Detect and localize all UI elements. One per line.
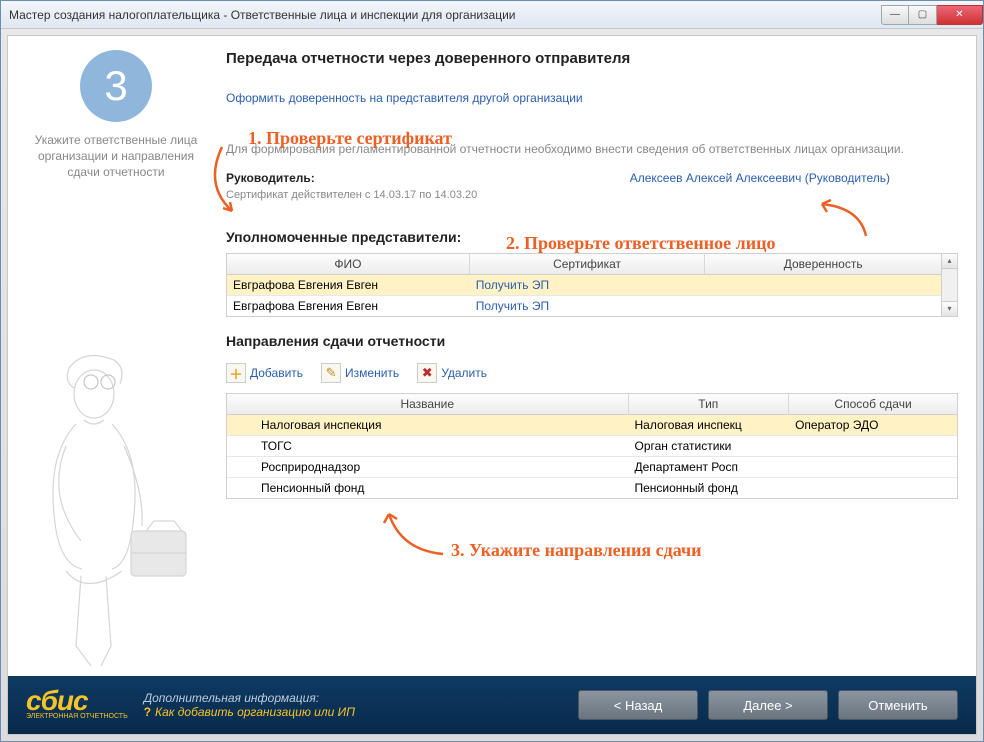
get-signature-link[interactable]: Получить ЭП bbox=[470, 275, 706, 295]
sbis-logo: сбис ЭЛЕКТРОННАЯ ОТЧЕТНОСТЬ bbox=[26, 690, 128, 719]
dir-type: Орган статистики bbox=[629, 436, 790, 456]
delete-button[interactable]: ✖ Удалить bbox=[417, 363, 487, 383]
scroll-up-icon[interactable]: ▴ bbox=[942, 254, 957, 269]
next-button[interactable]: Далее > bbox=[708, 690, 828, 720]
dir-method bbox=[789, 436, 957, 456]
footer-help-link[interactable]: ?Как добавить организацию или ИП bbox=[144, 705, 562, 719]
directions-table[interactable]: Название Тип Способ сдачи Налоговая инсп… bbox=[226, 393, 958, 499]
step-hint: Укажите ответственные лица организации и… bbox=[26, 132, 206, 181]
representatives-heading: Уполномоченные представители: bbox=[226, 229, 958, 245]
proxy-delegation-link[interactable]: Оформить доверенность на представителя д… bbox=[226, 91, 958, 105]
dir-method bbox=[789, 478, 957, 498]
window-controls: — ▢ ✕ bbox=[881, 5, 983, 25]
representatives-table-wrap: ФИО Сертификат Доверенность Евграфова Ев… bbox=[226, 253, 958, 317]
woman-briefcase-illustration bbox=[8, 346, 206, 676]
table-row[interactable]: Налоговая инспекцияНалоговая инспекцОпер… bbox=[227, 415, 957, 436]
nav-buttons: < Назад Далее > Отменить bbox=[578, 690, 958, 720]
wizard-sidebar: 3 Укажите ответственные лица организации… bbox=[26, 50, 206, 666]
scroll-down-icon[interactable]: ▾ bbox=[942, 301, 957, 316]
dirs-col-method[interactable]: Способ сдачи bbox=[789, 394, 957, 414]
rep-dov bbox=[705, 275, 941, 295]
rep-fio: Евграфова Евгения Евген bbox=[227, 275, 470, 295]
page-title: Передача отчетности через доверенного от… bbox=[226, 50, 958, 67]
annotation-3: 3. Укажите направления сдачи bbox=[451, 540, 702, 561]
info-text: Для формирования регламентированной отче… bbox=[226, 141, 958, 157]
leader-person-link[interactable]: Алексеев Алексей Алексеевич (Руководител… bbox=[630, 171, 890, 185]
minimize-button[interactable]: — bbox=[881, 5, 909, 25]
content-area: 3 Укажите ответственные лица организации… bbox=[8, 36, 976, 676]
dir-type: Департамент Росп bbox=[629, 457, 790, 477]
footer-info-title: Дополнительная информация: bbox=[144, 691, 562, 705]
reps-col-cert[interactable]: Сертификат bbox=[470, 254, 706, 274]
logo-text: сбис bbox=[26, 690, 128, 712]
client-area: 3 Укажите ответственные лица организации… bbox=[7, 35, 977, 735]
dir-name: Росприроднадзор bbox=[227, 457, 629, 477]
leader-label: Руководитель: bbox=[226, 171, 315, 185]
table-row[interactable]: Пенсионный фондПенсионный фонд bbox=[227, 478, 957, 498]
plus-icon: ＋ bbox=[226, 363, 246, 383]
maximize-button[interactable]: ▢ bbox=[909, 5, 937, 25]
dir-name: Пенсионный фонд bbox=[227, 478, 629, 498]
table-row[interactable]: Евграфова Евгения ЕвгенПолучить ЭП bbox=[227, 296, 941, 316]
directions-heading: Направления сдачи отчетности bbox=[226, 333, 958, 349]
pencil-icon: ✎ bbox=[321, 363, 341, 383]
dir-type: Налоговая инспекц bbox=[629, 415, 790, 435]
window-title: Мастер создания налогоплательщика - Отве… bbox=[9, 8, 515, 22]
footer-info: Дополнительная информация: ?Как добавить… bbox=[144, 691, 562, 719]
wizard-footer: сбис ЭЛЕКТРОННАЯ ОТЧЕТНОСТЬ Дополнительн… bbox=[8, 676, 976, 734]
cancel-button[interactable]: Отменить bbox=[838, 690, 958, 720]
back-button[interactable]: < Назад bbox=[578, 690, 698, 720]
dir-name: ТОГС bbox=[227, 436, 629, 456]
annotation-arrow-3 bbox=[381, 510, 451, 560]
dirs-col-name[interactable]: Название bbox=[227, 394, 629, 414]
get-signature-link[interactable]: Получить ЭП bbox=[470, 296, 706, 316]
add-label: Добавить bbox=[250, 366, 303, 380]
dir-method bbox=[789, 457, 957, 477]
dir-method: Оператор ЭДО bbox=[789, 415, 957, 435]
edit-label: Изменить bbox=[345, 366, 399, 380]
step-number-badge: 3 bbox=[80, 50, 152, 122]
directions-toolbar: ＋ Добавить ✎ Изменить ✖ Удалить bbox=[226, 363, 958, 383]
delete-label: Удалить bbox=[441, 366, 487, 380]
dir-name: Налоговая инспекция bbox=[227, 415, 629, 435]
dirs-col-type[interactable]: Тип bbox=[629, 394, 790, 414]
certificate-validity: Сертификат действителен с 14.03.17 по 14… bbox=[226, 189, 958, 201]
reps-col-fio[interactable]: ФИО bbox=[227, 254, 470, 274]
rep-dov bbox=[705, 296, 941, 316]
rep-fio: Евграфова Евгения Евген bbox=[227, 296, 470, 316]
add-button[interactable]: ＋ Добавить bbox=[226, 363, 303, 383]
edit-button[interactable]: ✎ Изменить bbox=[321, 363, 399, 383]
reps-col-dov[interactable]: Доверенность bbox=[705, 254, 941, 274]
close-button[interactable]: ✕ bbox=[937, 5, 983, 25]
delete-icon: ✖ bbox=[417, 363, 437, 383]
table-row[interactable]: Евграфова Евгения ЕвгенПолучить ЭП bbox=[227, 275, 941, 296]
representatives-table[interactable]: ФИО Сертификат Доверенность Евграфова Ев… bbox=[226, 253, 942, 317]
table-row[interactable]: РосприроднадзорДепартамент Росп bbox=[227, 457, 957, 478]
titlebar: Мастер создания налогоплательщика - Отве… bbox=[1, 1, 983, 29]
table-row[interactable]: ТОГСОрган статистики bbox=[227, 436, 957, 457]
logo-subtitle: ЭЛЕКТРОННАЯ ОТЧЕТНОСТЬ bbox=[26, 713, 128, 720]
app-window: Мастер создания налогоплательщика - Отве… bbox=[0, 0, 984, 742]
main-panel: Передача отчетности через доверенного от… bbox=[226, 50, 958, 666]
dir-type: Пенсионный фонд bbox=[629, 478, 790, 498]
reps-scrollbar[interactable]: ▴ ▾ bbox=[942, 253, 958, 317]
